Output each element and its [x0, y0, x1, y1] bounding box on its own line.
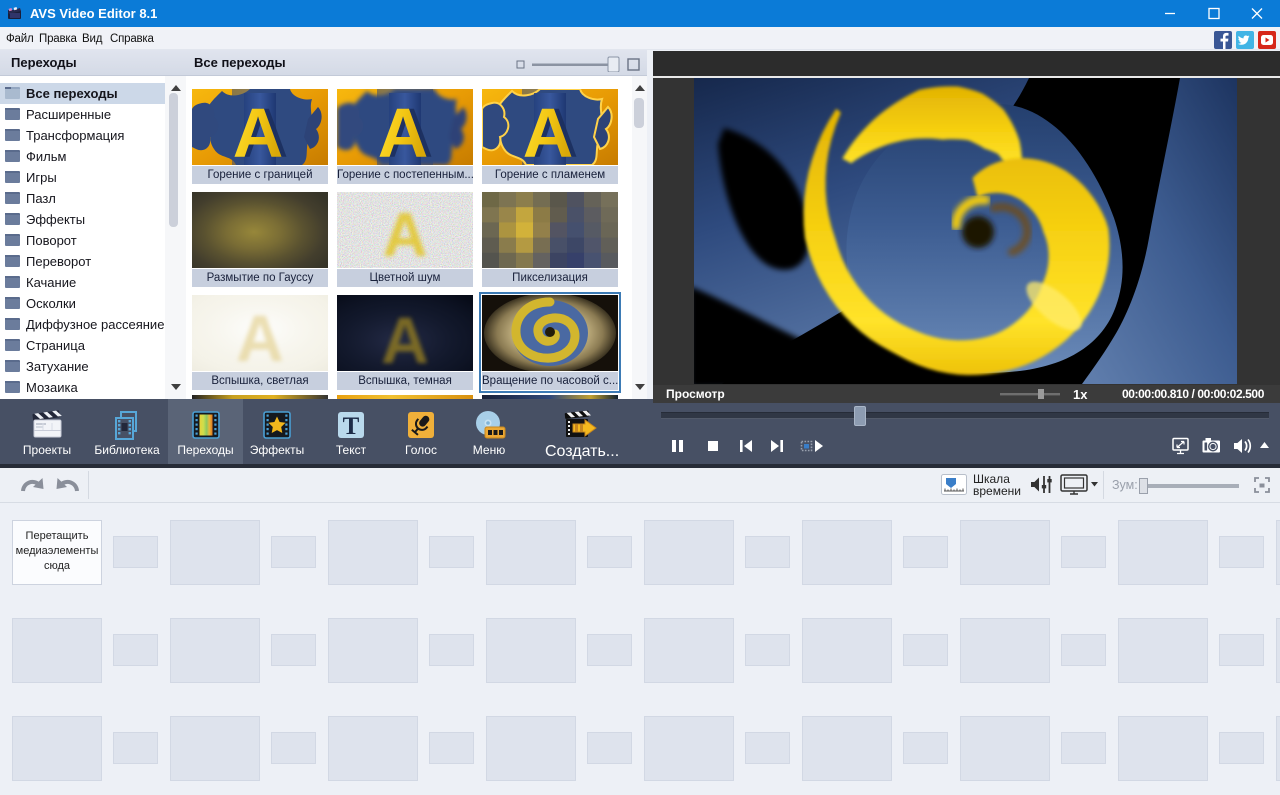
svg-text:A: A — [236, 301, 284, 371]
svg-text:A: A — [233, 94, 284, 165]
svg-text:A: A — [378, 94, 429, 165]
svg-text:A: A — [381, 303, 429, 371]
svg-text:T: T — [343, 413, 360, 440]
svg-text:A: A — [383, 201, 428, 268]
svg-text:A: A — [523, 94, 574, 165]
